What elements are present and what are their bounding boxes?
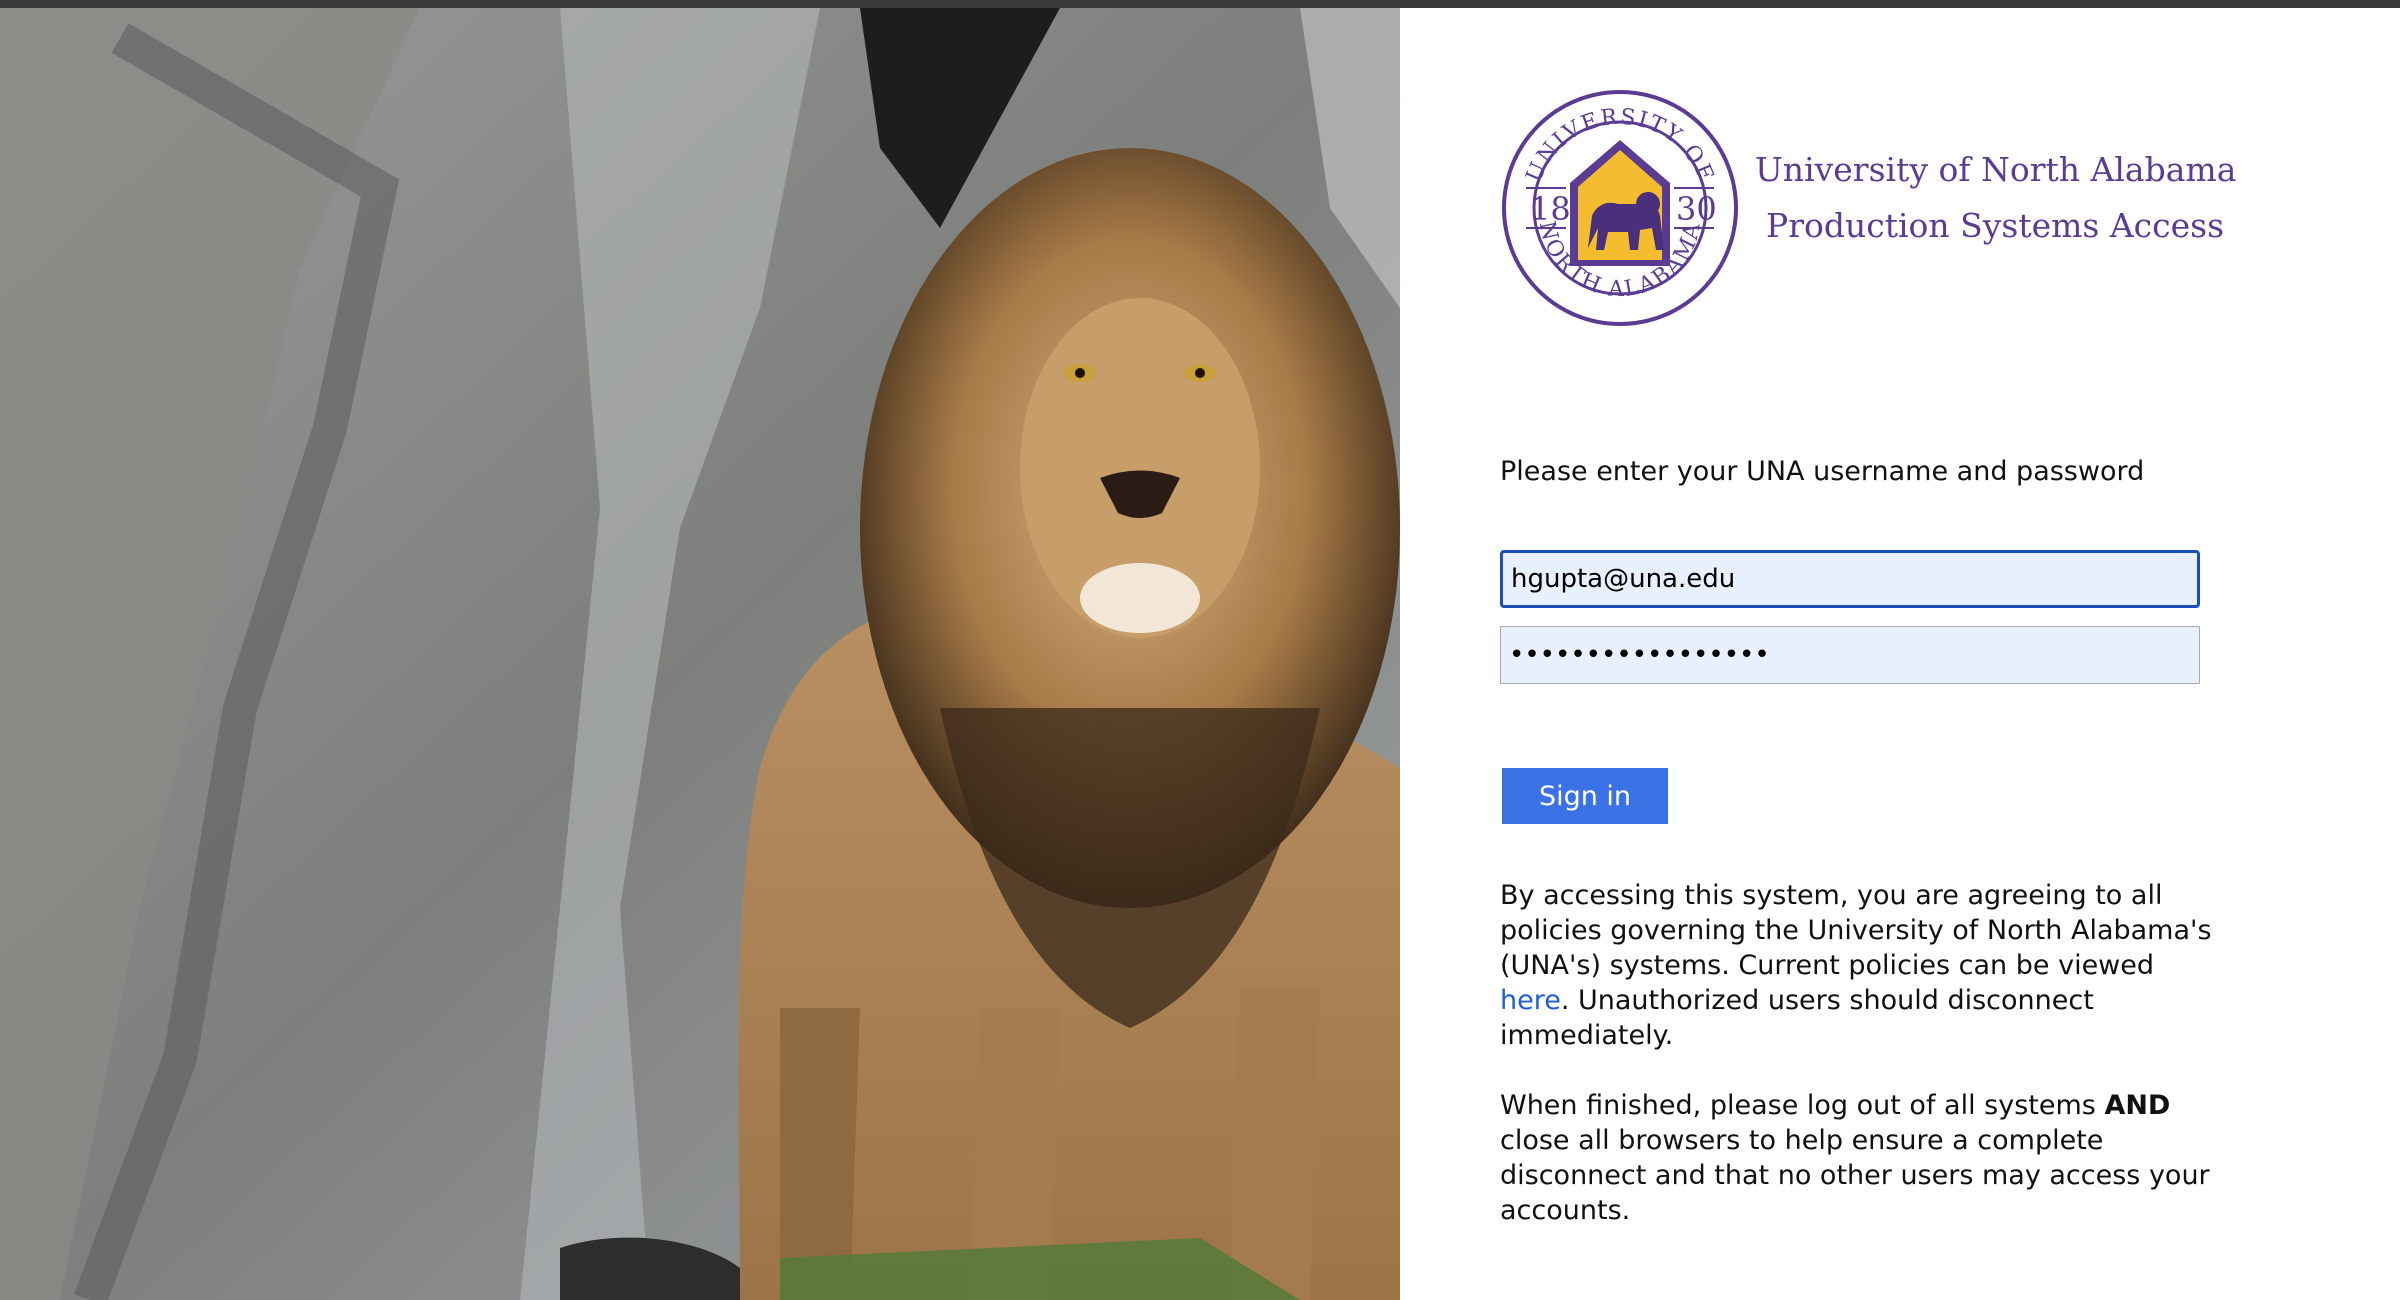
login-prompt: Please enter your UNA username and passw… — [1500, 456, 2145, 487]
portal-subtitle: Production Systems Access — [1766, 206, 2225, 245]
svg-text:30: 30 — [1676, 190, 1717, 228]
policies-link[interactable]: here — [1500, 985, 1561, 1016]
logout-text: When finished, please log out of all sys… — [1500, 1090, 2105, 1121]
password-field[interactable] — [1500, 626, 2200, 684]
una-seal-logo: UNIVERSITY OF NORTH ALABAMA 18 30 — [1502, 90, 1738, 326]
browser-top-bar — [0, 0, 2400, 8]
brand-header: UNIVERSITY OF NORTH ALABAMA 18 30 Univer… — [1500, 88, 2360, 328]
policy-text-tail: . Unauthorized users should disconnect i… — [1500, 985, 2094, 1051]
username-field[interactable] — [1500, 550, 2200, 608]
logout-text-tail: close all browsers to help ensure a comp… — [1500, 1125, 2210, 1226]
lion-background-image — [0, 8, 1400, 1300]
logout-emphasis: AND — [2104, 1090, 2171, 1121]
sign-in-button[interactable]: Sign in — [1502, 768, 1668, 824]
university-name: University of North Alabama — [1755, 150, 2237, 189]
logout-paragraph: When finished, please log out of all sys… — [1500, 1088, 2220, 1228]
login-panel: UNIVERSITY OF NORTH ALABAMA 18 30 Univer… — [1400, 8, 2400, 1300]
policy-notice: By accessing this system, you are agreei… — [1500, 878, 2220, 1263]
svg-text:18: 18 — [1530, 190, 1571, 228]
policy-paragraph: By accessing this system, you are agreei… — [1500, 878, 2220, 1053]
policy-text: By accessing this system, you are agreei… — [1500, 880, 2212, 981]
